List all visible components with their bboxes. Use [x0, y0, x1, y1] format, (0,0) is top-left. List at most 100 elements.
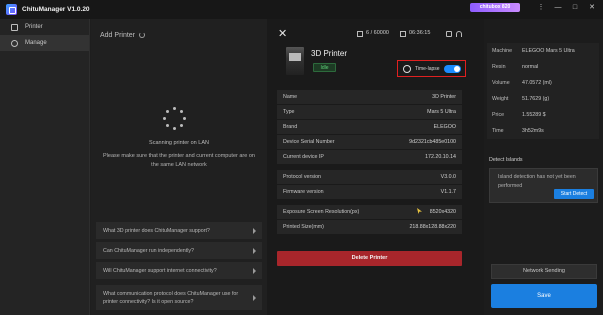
sidebar: Printer Manage [0, 19, 90, 315]
chevron-right-icon [253, 227, 256, 234]
detail-row: Time 3h52m9s [487, 123, 599, 139]
detail-key: Time [492, 128, 504, 134]
chevron-right-icon [253, 294, 256, 301]
info-value: 8520x4320 [429, 209, 456, 215]
detail-row: Weight 51.7629 (g) [487, 91, 599, 107]
faq-question: Can ChituManager run independently? [103, 247, 194, 254]
scan-note: Please make sure that the printer and cu… [103, 153, 255, 168]
sidebar-item-label: Printer [25, 24, 43, 30]
detail-value: 3h52m9s [522, 128, 544, 134]
save-button[interactable]: Save [491, 284, 597, 308]
sidebar-item-label: Manage [25, 40, 47, 46]
faq-item[interactable]: What 3D printer does ChituManager suppor… [96, 222, 262, 239]
time-lapse-label: Time-lapse [415, 65, 440, 72]
scan-status: Scanning printer on LAN [149, 140, 209, 146]
printer-info-table: Name 3D Printer Type Mars 5 Ultra Brand ELE… [277, 90, 462, 235]
info-value: V1.1.7 [440, 189, 456, 195]
detail-row: Price 1.55289 $ [487, 107, 599, 123]
info-row: Exposure Screen Resolution(px) 8520x4320 [277, 205, 462, 220]
info-row: Type Mars 5 Ultra [277, 105, 462, 120]
printer-toolbar: ✕ 6 / 60000 06:36:15 [267, 19, 472, 47]
chevron-right-icon [253, 267, 256, 274]
chevron-right-icon [253, 247, 256, 254]
detail-key: Price [492, 112, 505, 118]
timer-text: 06:36:15 [409, 30, 431, 36]
info-value: 172.20.10.14 [425, 154, 456, 160]
info-key: Name [283, 94, 298, 100]
camera-icon[interactable] [400, 31, 406, 37]
storage-count: 6 / 60000 [366, 30, 389, 36]
detail-value: 47.0572 (ml) [522, 80, 552, 86]
info-row: Current device IP 172.20.10.14 [277, 150, 462, 165]
detail-key: Machine [492, 48, 513, 54]
detail-row: Machine ELEGOO Mars 5 Ultra [487, 43, 599, 59]
storage-icon [357, 31, 363, 37]
printer-name: 3D Printer [311, 49, 348, 58]
detail-value: 51.7629 (g) [522, 96, 550, 102]
wifi-icon [456, 31, 462, 37]
info-value: 9d2321cb485e0100 [409, 139, 456, 145]
app-logo-icon [6, 4, 17, 15]
gear-icon [11, 39, 18, 47]
info-value: ELEGOO [433, 124, 456, 130]
info-row: Firmware version V1.1.7 [277, 185, 462, 200]
network-sending-button[interactable]: Network Sending [491, 264, 597, 279]
detail-row: Volume 47.0572 (ml) [487, 75, 599, 91]
promo-badge[interactable]: chitubox 820 [470, 3, 520, 12]
refresh-icon[interactable] [138, 32, 145, 38]
info-key: Firmware version [283, 189, 324, 195]
detail-key: Weight [492, 96, 509, 102]
detail-key: Volume [492, 80, 510, 86]
delete-printer-button[interactable]: Delete Printer [277, 251, 462, 266]
clock-icon [403, 64, 411, 73]
info-key: Current device IP [283, 154, 324, 160]
info-key: Device Serial Number [283, 139, 335, 145]
info-row: Printed Size(mm) 218.88x128.88x220 [277, 220, 462, 235]
time-lapse-toggle[interactable] [444, 65, 461, 73]
slice-details-card: Machine ELEGOO Mars 5 Ultra Resin normal V… [487, 43, 599, 139]
maximize-icon[interactable]: □ [570, 3, 580, 13]
printer-icon [11, 23, 18, 31]
detail-key: Resin [492, 64, 506, 70]
info-key: Brand [283, 124, 298, 130]
faq-question: Will ChituManager support internet conne… [103, 267, 217, 274]
add-printer-panel: Add Printer Scanning printer on LAN Plea… [91, 19, 267, 315]
faq-item[interactable]: What communication protocol does ChituMa… [96, 285, 262, 310]
loading-spinner-icon [163, 107, 187, 131]
info-value: V3.0.0 [440, 174, 456, 180]
faq-question: What 3D printer does ChituManager suppor… [103, 227, 210, 234]
detect-islands-card: Island detection has not yet been perfor… [489, 168, 598, 203]
info-key: Exposure Screen Resolution(px) [283, 209, 360, 215]
detect-islands-title: Detect Islands [489, 157, 523, 163]
time-lapse-highlight: Time-lapse [397, 60, 466, 77]
close-icon[interactable]: ✕ [278, 29, 287, 40]
sidebar-item-manage[interactable]: Manage [0, 35, 89, 51]
info-row: Name 3D Printer [277, 90, 462, 105]
app-title: ChituManager V1.0.20 [22, 6, 90, 13]
faq-question: What communication protocol does ChituMa… [103, 290, 239, 305]
info-row: Device Serial Number 9d2321cb485e0100 [277, 135, 462, 150]
minimize-icon[interactable]: — [553, 3, 563, 13]
add-printer-title: Add Printer [100, 32, 145, 39]
info-key: Protocol version [283, 174, 321, 180]
trash-icon[interactable] [446, 31, 452, 37]
menu-icon[interactable]: ⋮ [536, 3, 546, 13]
faq-item[interactable]: Will ChituManager support internet conne… [96, 262, 262, 279]
faq-item[interactable]: Can ChituManager run independently? [96, 242, 262, 259]
add-printer-title-text: Add Printer [100, 32, 136, 39]
detail-value: normal [522, 64, 539, 70]
info-value: 218.88x128.88x220 [409, 224, 456, 230]
info-row: Protocol version V3.0.0 [277, 170, 462, 185]
info-key: Type [283, 109, 295, 115]
detail-value: 1.55289 $ [522, 112, 546, 118]
status-badge: Idle [313, 63, 336, 72]
info-key: Printed Size(mm) [283, 224, 324, 230]
detail-value: ELEGOO Mars 5 Ultra [522, 48, 575, 54]
printer-image [286, 47, 304, 75]
sidebar-item-printer[interactable]: Printer [0, 19, 89, 35]
start-detect-button[interactable]: Start Detect [554, 189, 594, 199]
info-row: Brand ELEGOO [277, 120, 462, 135]
detail-row: Resin normal [487, 59, 599, 75]
close-window-icon[interactable]: ✕ [587, 3, 597, 13]
info-value: 3D Printer [432, 94, 456, 100]
